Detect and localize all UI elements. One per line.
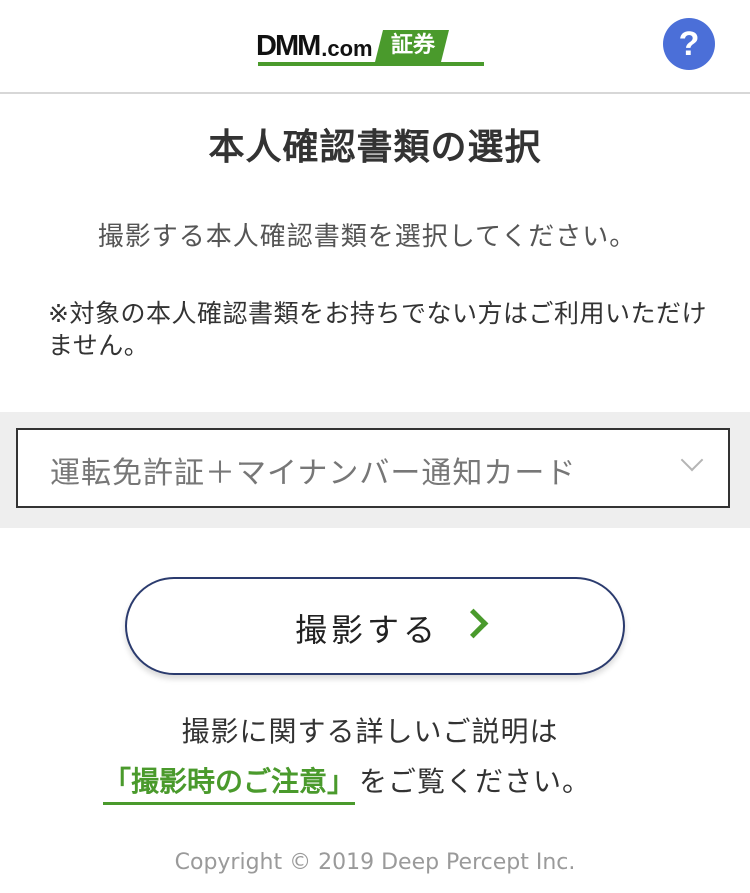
explain-text: 撮影に関する詳しいご説明は: [181, 715, 559, 748]
note-text: ※対象の本人確認書類をお持ちでない方はご利用いただけません。: [48, 299, 707, 360]
logo-dmm-text: DMM: [256, 29, 321, 62]
page-title: 本人確認書類の選択: [208, 127, 542, 168]
shooting-notice-link[interactable]: 「撮影時のご注意」: [103, 765, 356, 805]
logo-badge-text: 証券: [390, 33, 435, 58]
shoot-button[interactable]: 撮影する: [125, 577, 625, 675]
logo-com-text: .com: [321, 36, 373, 61]
chevron-down-icon: [680, 448, 704, 472]
header: DMM .com 証券 ?: [0, 0, 750, 94]
explain-rest-text: をご覧ください。: [359, 765, 592, 798]
chevron-right-icon: [458, 608, 489, 639]
help-icon[interactable]: ?: [663, 18, 715, 70]
dmm-logo: DMM .com 証券: [256, 28, 449, 64]
logo-underline: [258, 62, 484, 66]
select-value: 運転免許証＋マイナンバー通知カード: [50, 456, 577, 491]
logo-badge: 証券: [374, 30, 449, 62]
explain-text-line2: 「撮影時のご注意」 をご覧ください。: [103, 760, 592, 805]
document-type-select[interactable]: 運転免許証＋マイナンバー通知カード: [16, 428, 730, 508]
instruction-text: 撮影する本人確認書類を選択してください。: [97, 222, 637, 252]
copyright: Copyright © 2019 Deep Percept Inc.: [174, 850, 576, 875]
shoot-button-label: 撮影する: [295, 611, 440, 649]
